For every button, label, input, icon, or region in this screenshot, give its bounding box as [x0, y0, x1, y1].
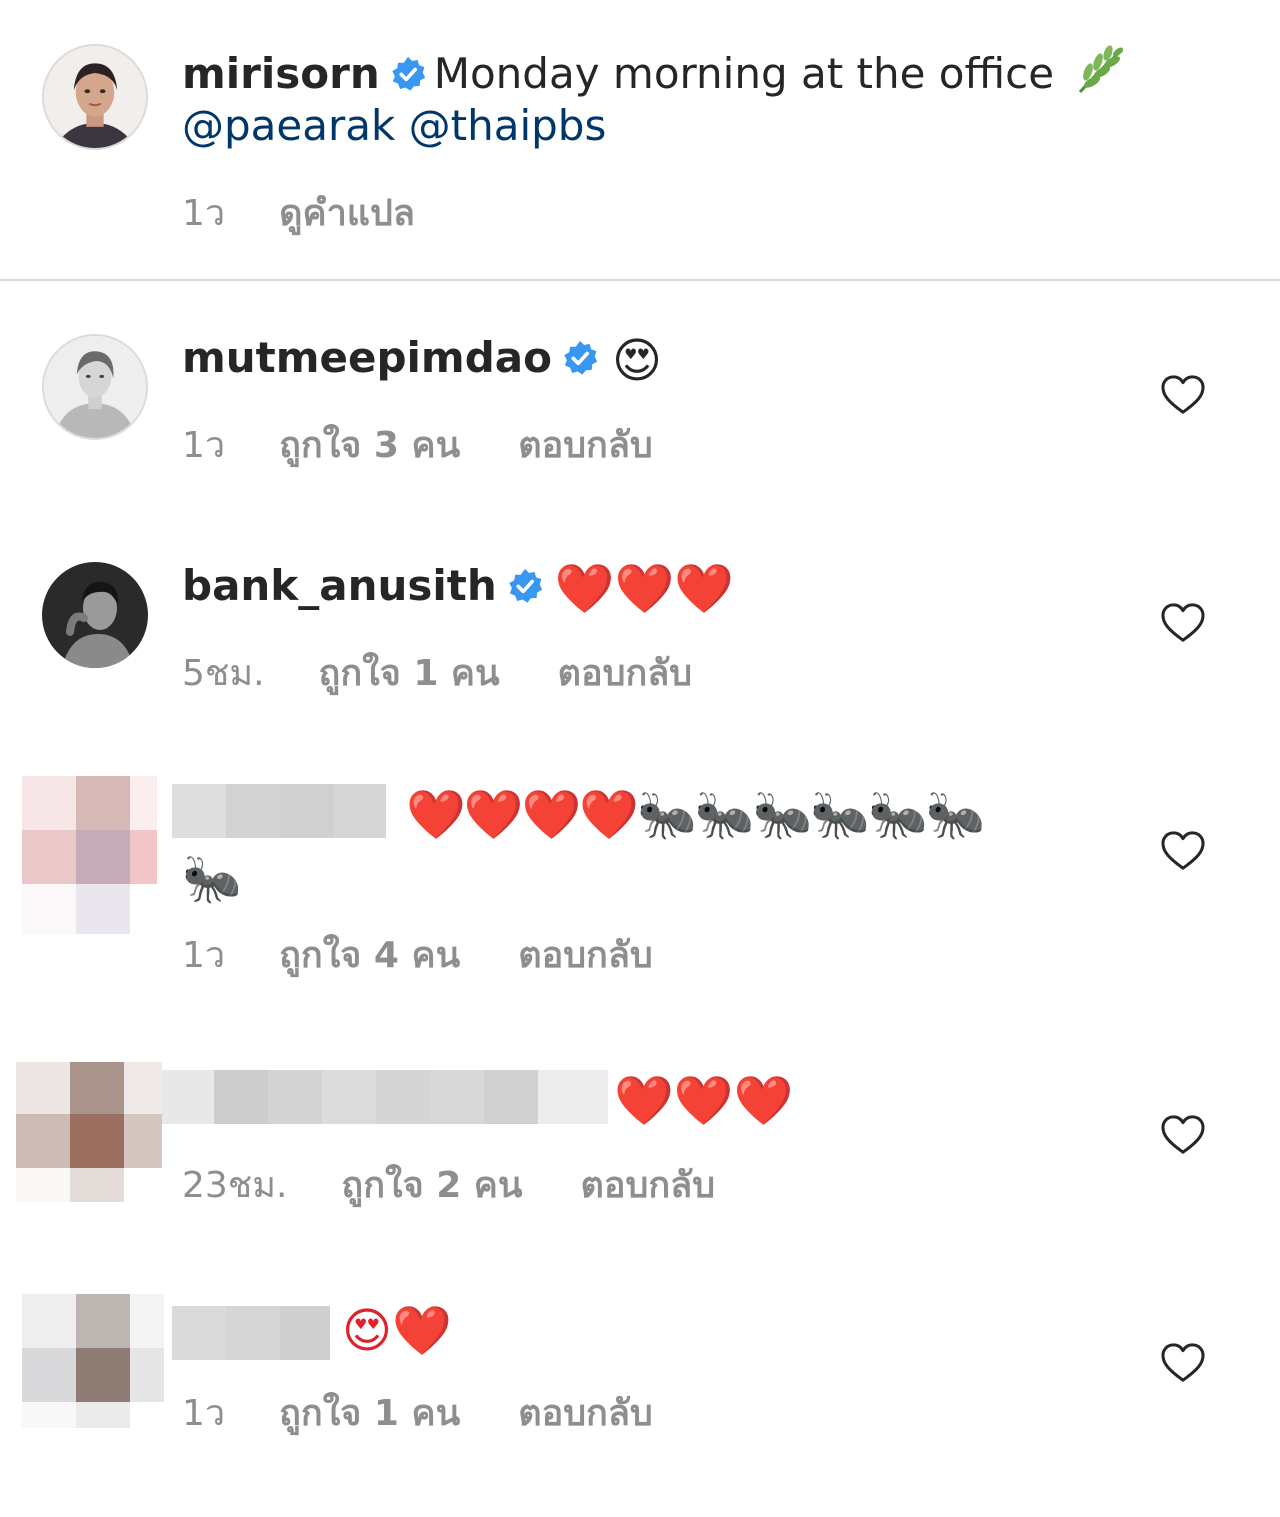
timestamp: 23ชม. [182, 1165, 288, 1206]
caption-meta: 1ว ดูคำแปล [182, 184, 415, 241]
caption-mentions-line: @paearak @thaipbs [182, 98, 606, 154]
comment-meta: 1ว ถูกใจ 1 คน ตอบกลับ [182, 1384, 653, 1441]
comment-text: ❤️❤️❤️ [614, 1072, 794, 1129]
comment-line: bank_anusith ❤️❤️❤️ [182, 558, 734, 617]
comment-text: 😍❤️ [342, 1302, 452, 1359]
avatar[interactable] [42, 562, 148, 668]
comment-item: 😍❤️ 1ว ถูกใจ 1 คน ตอบกลับ [0, 1294, 1280, 1444]
comment-text: 🐜 [182, 850, 242, 907]
comment-meta: 1ว ถูกใจ 3 คน ตอบกลับ [182, 416, 653, 473]
herb-icon [1072, 42, 1128, 98]
username[interactable]: mutmeepimdao [182, 333, 552, 382]
comment-line: mutmeepimdao 😍 [182, 330, 662, 389]
username-blurred[interactable] [172, 1306, 330, 1360]
likes-count-button[interactable]: ถูกใจ 2 คน [341, 1156, 522, 1213]
likes-count-button[interactable]: ถูกใจ 3 คน [279, 416, 460, 473]
heart-icon[interactable] [1160, 830, 1206, 872]
reply-button[interactable]: ตอบกลับ [518, 926, 653, 983]
username[interactable]: bank_anusith [182, 561, 497, 610]
likes-count-button[interactable]: ถูกใจ 1 คน [319, 644, 500, 701]
see-translation-button[interactable]: ดูคำแปล [279, 184, 415, 241]
comment-text: ❤️❤️❤️ [554, 560, 735, 617]
comment-line-continued: 🐜 [182, 848, 242, 907]
avatar[interactable] [42, 334, 148, 440]
reply-button[interactable]: ตอบกลับ [558, 644, 693, 701]
avatar-blurred[interactable] [22, 1294, 164, 1428]
comment-line: ❤️❤️❤️❤️🐜🐜🐜🐜🐜🐜 [406, 784, 986, 843]
caption-text: Monday morning at the office [433, 49, 1055, 98]
likes-count-button[interactable]: ถูกใจ 1 คน [279, 1384, 460, 1441]
mention-links[interactable]: @paearak @thaipbs [182, 101, 606, 150]
timestamp: 1ว [182, 193, 226, 234]
avatar-blurred[interactable] [16, 1062, 162, 1202]
verified-badge-icon [390, 56, 426, 92]
timestamp: 1ว [182, 1393, 226, 1434]
timestamp: 1ว [182, 935, 226, 976]
comment-item: mutmeepimdao 😍 1ว ถูกใจ 3 คน ตอบกลับ [0, 330, 1280, 480]
avatar-blurred[interactable] [22, 776, 157, 934]
caption-line: mirisorn Monday morning at the office [182, 42, 1128, 102]
reply-button[interactable]: ตอบกลับ [518, 1384, 653, 1441]
comment-item: ❤️❤️❤️❤️🐜🐜🐜🐜🐜🐜 🐜 1ว ถูกใจ 4 คน ตอบกลับ [0, 776, 1280, 986]
heart-icon[interactable] [1160, 1114, 1206, 1156]
timestamp: 5ชม. [182, 653, 265, 694]
comment-meta: 23ชม. ถูกใจ 2 คน ตอบกลับ [182, 1156, 715, 1213]
comment-item: ❤️❤️❤️ 23ชม. ถูกใจ 2 คน ตอบกลับ [0, 1062, 1280, 1212]
avatar[interactable] [42, 44, 148, 150]
post-caption: mirisorn Monday morning at the office @pa… [0, 0, 1280, 280]
comment-text: 😍 [611, 332, 663, 389]
username-blurred[interactable] [162, 1070, 608, 1124]
verified-badge-icon [507, 568, 543, 604]
username[interactable]: mirisorn [182, 49, 380, 98]
heart-icon[interactable] [1160, 1342, 1206, 1384]
heart-icon[interactable] [1160, 374, 1206, 416]
heart-icon[interactable] [1160, 602, 1206, 644]
timestamp: 1ว [182, 425, 226, 466]
comment-item: bank_anusith ❤️❤️❤️ 5ชม. ถูกใจ 1 คน ตอบกลับ [0, 558, 1280, 708]
verified-badge-icon [562, 340, 598, 376]
username-blurred[interactable] [172, 784, 386, 838]
likes-count-button[interactable]: ถูกใจ 4 คน [279, 926, 460, 983]
comment-line: 😍❤️ [342, 1300, 452, 1359]
comment-meta: 5ชม. ถูกใจ 1 คน ตอบกลับ [182, 644, 692, 701]
divider [0, 279, 1280, 281]
comment-line: ❤️❤️❤️ [614, 1070, 793, 1129]
reply-button[interactable]: ตอบกลับ [581, 1156, 716, 1213]
comment-text: ❤️❤️❤️❤️🐜🐜🐜🐜🐜🐜 [406, 786, 986, 843]
reply-button[interactable]: ตอบกลับ [518, 416, 653, 473]
comment-meta: 1ว ถูกใจ 4 คน ตอบกลับ [182, 926, 653, 983]
